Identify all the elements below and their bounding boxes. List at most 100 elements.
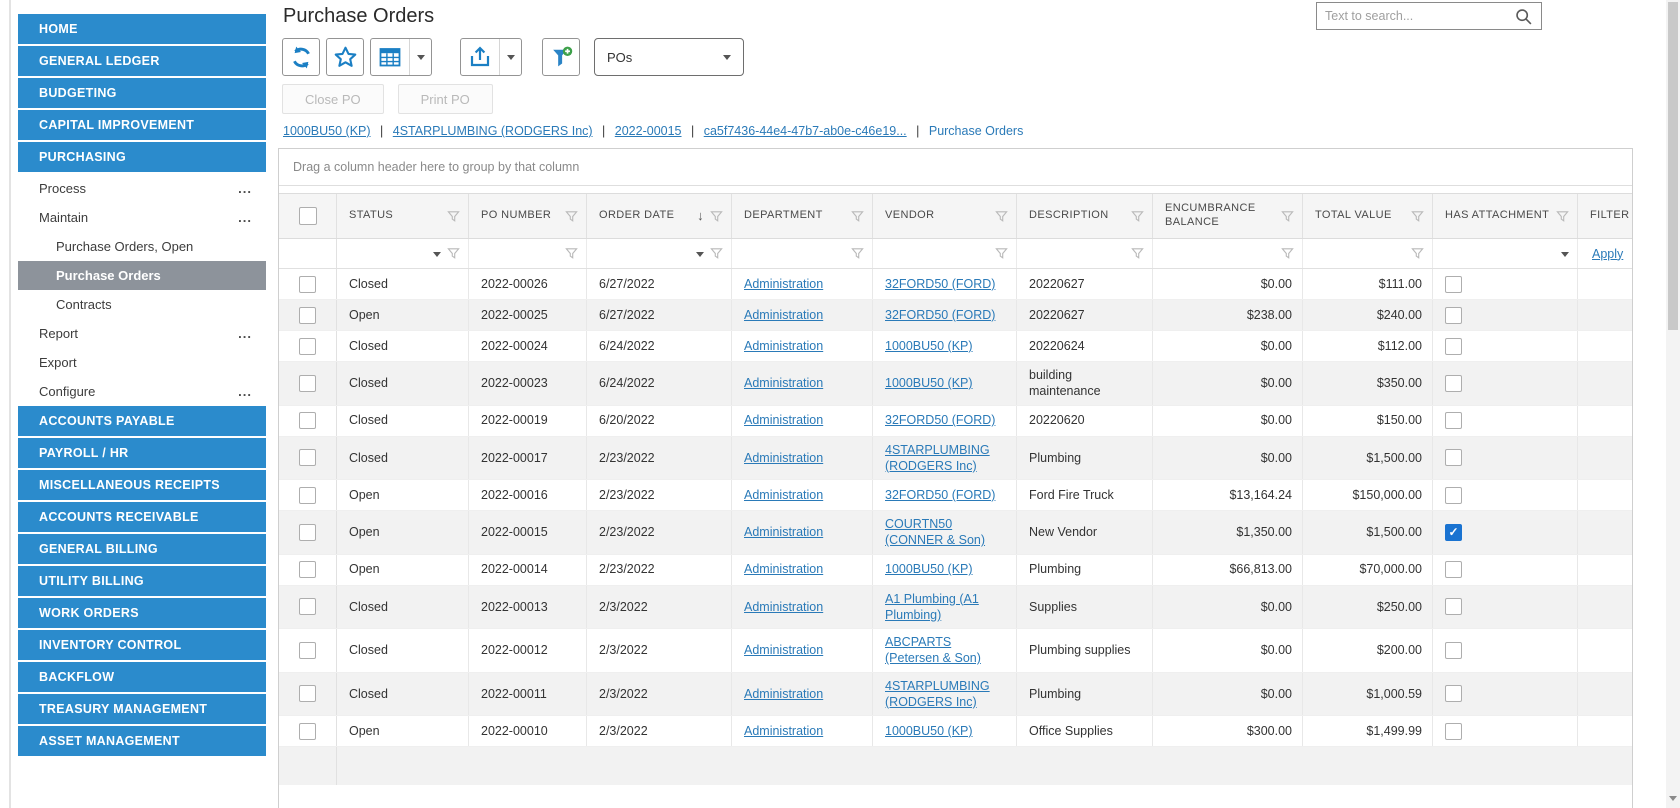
export-button[interactable] bbox=[461, 39, 499, 75]
sidebar-item-contracts[interactable]: Contracts bbox=[18, 290, 266, 319]
department-link[interactable]: Administration bbox=[744, 561, 823, 577]
vertical-scrollbar[interactable] bbox=[1666, 0, 1680, 808]
department-link[interactable]: Administration bbox=[744, 450, 823, 466]
column-header-status[interactable]: STATUS bbox=[337, 194, 469, 238]
column-header-order_date[interactable]: ORDER DATE ↓ bbox=[587, 194, 732, 238]
column-header-total_value[interactable]: TOTAL VALUE bbox=[1303, 194, 1433, 238]
add-filter-button[interactable] bbox=[542, 38, 580, 76]
filter-cell-has_attachment[interactable] bbox=[1433, 239, 1578, 268]
filter-apply-link[interactable]: Apply bbox=[1592, 247, 1623, 261]
more-options-icon[interactable]: ... bbox=[238, 182, 252, 195]
vendor-link[interactable]: 32FORD50 (FORD) bbox=[885, 276, 995, 292]
breadcrumb-link-2022-00015[interactable]: 2022-00015 bbox=[615, 124, 682, 138]
vendor-link[interactable]: 4STARPLUMBING (RODGERS Inc) bbox=[885, 678, 1006, 711]
row-select-checkbox[interactable] bbox=[299, 275, 316, 293]
department-link[interactable]: Administration bbox=[744, 276, 823, 292]
column-header-description[interactable]: DESCRIPTION bbox=[1017, 194, 1153, 238]
filter-funnel-icon[interactable] bbox=[851, 247, 864, 260]
grid-view-button[interactable] bbox=[371, 39, 409, 75]
attachment-checkbox[interactable] bbox=[1445, 275, 1462, 293]
filter-cell-department[interactable] bbox=[732, 239, 873, 268]
column-header-encumbrance_balance[interactable]: ENCUMBRANCE BALANCE bbox=[1153, 194, 1303, 238]
sidebar-item-purchase-orders-open[interactable]: Purchase Orders, Open bbox=[18, 232, 266, 261]
attachment-checkbox[interactable] bbox=[1445, 486, 1462, 504]
sidebar-module-treasury-management[interactable]: TREASURY MANAGEMENT bbox=[18, 694, 266, 724]
more-options-icon[interactable]: ... bbox=[238, 385, 252, 398]
filter-cell-filter[interactable]: Apply bbox=[1578, 239, 1632, 268]
filter-funnel-icon[interactable] bbox=[1281, 247, 1294, 260]
vendor-link[interactable]: ABCPARTS (Petersen & Son) bbox=[885, 634, 1006, 667]
department-link[interactable]: Administration bbox=[744, 412, 823, 428]
sidebar-module-accounts-receivable[interactable]: ACCOUNTS RECEIVABLE bbox=[18, 502, 266, 532]
scrollbar-down-arrow-icon[interactable] bbox=[1669, 796, 1677, 805]
attachment-checkbox[interactable] bbox=[1445, 374, 1462, 392]
sidebar-module-miscellaneous-receipts[interactable]: MISCELLANEOUS RECEIPTS bbox=[18, 470, 266, 500]
print-po-button[interactable]: Print PO bbox=[397, 84, 493, 114]
search-input[interactable] bbox=[1325, 9, 1514, 23]
filter-cell-total_value[interactable] bbox=[1303, 239, 1433, 268]
sidebar-module-general-billing[interactable]: GENERAL BILLING bbox=[18, 534, 266, 564]
row-select-checkbox[interactable] bbox=[299, 449, 316, 467]
sort-desc-icon[interactable]: ↓ bbox=[697, 208, 704, 224]
breadcrumb-link-4starplumbing-rodgers-inc[interactable]: 4STARPLUMBING (RODGERS Inc) bbox=[393, 124, 593, 138]
attachment-checkbox[interactable]: ✓ bbox=[1445, 523, 1462, 541]
department-link[interactable]: Administration bbox=[744, 338, 823, 354]
vendor-link[interactable]: 32FORD50 (FORD) bbox=[885, 412, 995, 428]
attachment-checkbox[interactable] bbox=[1445, 449, 1462, 467]
filter-cell-status[interactable] bbox=[337, 239, 469, 268]
view-select[interactable]: POs bbox=[594, 38, 744, 76]
column-header-vendor[interactable]: VENDOR bbox=[873, 194, 1017, 238]
refresh-button[interactable] bbox=[282, 38, 320, 76]
column-header-department[interactable]: DEPARTMENT bbox=[732, 194, 873, 238]
sidebar-item-process[interactable]: Process... bbox=[18, 174, 266, 203]
attachment-checkbox[interactable] bbox=[1445, 722, 1462, 740]
vendor-link[interactable]: 1000BU50 (KP) bbox=[885, 375, 973, 391]
filter-funnel-icon[interactable] bbox=[851, 210, 864, 223]
department-link[interactable]: Administration bbox=[744, 686, 823, 702]
sidebar-item-export[interactable]: Export bbox=[18, 348, 266, 377]
row-select-checkbox[interactable] bbox=[299, 598, 316, 616]
export-dropdown[interactable] bbox=[499, 39, 521, 75]
grid-view-dropdown[interactable] bbox=[409, 39, 431, 75]
department-link[interactable]: Administration bbox=[744, 524, 823, 540]
attachment-checkbox[interactable] bbox=[1445, 685, 1462, 703]
vendor-link[interactable]: 4STARPLUMBING (RODGERS Inc) bbox=[885, 442, 1006, 475]
filter-funnel-icon[interactable] bbox=[447, 247, 460, 260]
column-header-has_attachment[interactable]: HAS ATTACHMENT bbox=[1433, 194, 1578, 238]
filter-funnel-icon[interactable] bbox=[447, 210, 460, 223]
chevron-down-icon[interactable] bbox=[433, 251, 441, 261]
filter-cell-description[interactable] bbox=[1017, 239, 1153, 268]
department-link[interactable]: Administration bbox=[744, 642, 823, 658]
more-options-icon[interactable]: ... bbox=[238, 327, 252, 340]
row-select-checkbox[interactable] bbox=[299, 641, 316, 659]
sidebar-module-inventory-control[interactable]: INVENTORY CONTROL bbox=[18, 630, 266, 660]
close-po-button[interactable]: Close PO bbox=[282, 84, 384, 114]
sidebar-item-configure[interactable]: Configure... bbox=[18, 377, 266, 406]
chevron-down-icon[interactable] bbox=[1561, 251, 1569, 261]
sidebar-module-backflow[interactable]: BACKFLOW bbox=[18, 662, 266, 692]
sidebar-module-home[interactable]: HOME bbox=[18, 14, 266, 44]
row-select-checkbox[interactable] bbox=[299, 374, 316, 392]
filter-cell-encumbrance_balance[interactable] bbox=[1153, 239, 1303, 268]
more-options-icon[interactable]: ... bbox=[238, 211, 252, 224]
filter-cell-po_number[interactable] bbox=[469, 239, 587, 268]
select-all-checkbox[interactable] bbox=[298, 207, 317, 225]
column-header-po_number[interactable]: PO NUMBER bbox=[469, 194, 587, 238]
department-link[interactable]: Administration bbox=[744, 375, 823, 391]
row-select-checkbox[interactable] bbox=[299, 306, 316, 324]
vendor-link[interactable]: 32FORD50 (FORD) bbox=[885, 307, 995, 323]
sidebar-module-capital-improvement[interactable]: CAPITAL IMPROVEMENT bbox=[18, 110, 266, 140]
vendor-link[interactable]: 32FORD50 (FORD) bbox=[885, 487, 995, 503]
attachment-checkbox[interactable] bbox=[1445, 598, 1462, 616]
row-select-checkbox[interactable] bbox=[299, 523, 316, 541]
department-link[interactable]: Administration bbox=[744, 599, 823, 615]
filter-funnel-icon[interactable] bbox=[1411, 210, 1424, 223]
scrollbar-thumb[interactable] bbox=[1668, 2, 1678, 330]
sidebar-module-payroll-hr[interactable]: PAYROLL / HR bbox=[18, 438, 266, 468]
row-select-checkbox[interactable] bbox=[299, 722, 316, 740]
chevron-down-icon[interactable] bbox=[696, 251, 704, 261]
attachment-checkbox[interactable] bbox=[1445, 561, 1462, 578]
vendor-link[interactable]: 1000BU50 (KP) bbox=[885, 338, 973, 354]
filter-funnel-icon[interactable] bbox=[1281, 210, 1294, 223]
filter-funnel-icon[interactable] bbox=[1131, 247, 1144, 260]
